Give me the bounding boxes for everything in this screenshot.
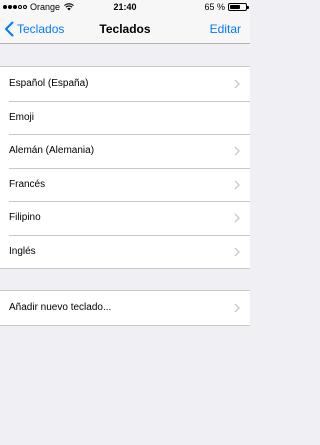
keyboard-row-frances[interactable]: Francés (0, 167, 250, 202)
keyboard-row-ingles[interactable]: Inglés (0, 234, 250, 269)
battery-icon (228, 3, 249, 11)
back-button[interactable]: Teclados (4, 14, 64, 44)
add-keyboard-row[interactable]: Añadir nuevo teclado... (0, 291, 250, 325)
add-keyboard-group: Añadir nuevo teclado... (0, 290, 250, 326)
chevron-right-icon (234, 79, 240, 89)
chevron-right-icon (234, 303, 240, 313)
keyboards-list: Español (España) Emoji Alemán (Alemania)… (0, 66, 250, 269)
chevron-right-icon (234, 213, 240, 223)
chevron-right-icon (234, 180, 240, 189)
keyboard-label: Francés (9, 178, 46, 190)
chevron-right-icon (234, 247, 240, 256)
keyboard-label: Español (España) (9, 78, 89, 90)
keyboard-row-filipino[interactable]: Filipino (0, 201, 250, 235)
add-keyboard-label: Añadir nuevo teclado... (9, 302, 112, 314)
keyboard-row-espanol[interactable]: Español (España) (0, 67, 250, 101)
keyboard-row-emoji[interactable]: Emoji (0, 100, 250, 135)
chevron-right-icon (234, 146, 240, 156)
status-right: 65 % (204, 0, 249, 14)
chevron-left-icon (5, 21, 14, 37)
keyboard-row-aleman[interactable]: Alemán (Alemania) (0, 134, 250, 168)
battery-level-fill (230, 5, 240, 9)
navigation-bar: Teclados Teclados Editar (0, 14, 250, 44)
keyboard-label: Emoji (9, 111, 35, 123)
status-bar: Orange 21:40 65 % (0, 0, 250, 14)
edit-button[interactable]: Editar (210, 14, 241, 44)
keyboard-label: Inglés (9, 245, 36, 257)
battery-percent: 65 % (204, 2, 225, 12)
keyboard-label: Filipino (9, 212, 41, 224)
keyboard-label: Alemán (Alemania) (9, 145, 95, 157)
back-button-label: Teclados (17, 22, 65, 36)
